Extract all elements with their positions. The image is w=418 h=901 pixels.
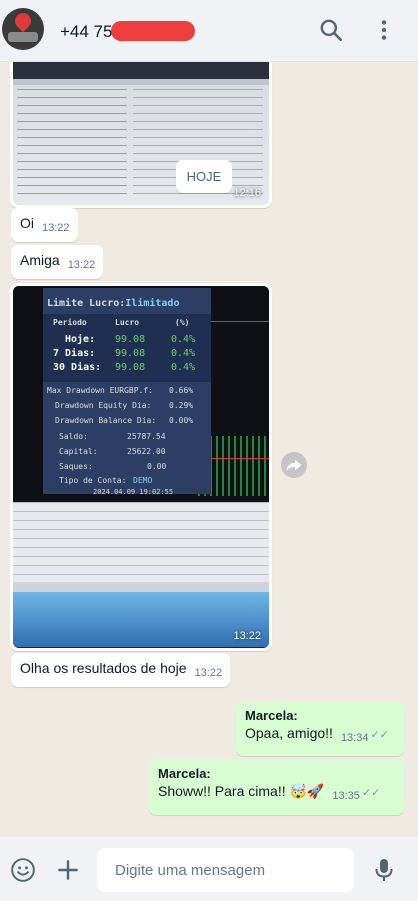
emoji-icon[interactable] <box>10 857 36 883</box>
incoming-message[interactable]: Oi 13:22 <box>11 208 78 242</box>
image-timestamp: 13:22 <box>233 630 261 642</box>
date-divider: HOJE <box>176 160 232 193</box>
contact-number[interactable]: +44 75 <box>60 22 112 42</box>
message-time: 13:22 <box>67 259 96 271</box>
message-text: Opaa, amigo!! <box>245 725 333 741</box>
message-text: Showw!! Para cima!! 🤯🚀 <box>158 783 325 799</box>
message-text: Oi <box>20 215 34 231</box>
plus-icon[interactable] <box>55 857 81 883</box>
message-time: 13:35 <box>332 790 360 802</box>
message-input[interactable] <box>97 848 354 892</box>
chat-header: +44 75 <box>0 0 418 62</box>
forward-button[interactable] <box>281 452 307 478</box>
outgoing-message[interactable]: Marcela: Opaa, amigo!! 13:34 ✓✓ <box>236 701 404 756</box>
search-icon[interactable] <box>318 17 344 43</box>
image-message[interactable]: 12:16 <box>10 62 272 208</box>
redaction-mark <box>111 21 195 41</box>
delivered-ticks-icon: ✓✓ <box>361 787 381 799</box>
message-time: 13:22 <box>194 667 223 679</box>
outgoing-message[interactable]: Marcela: Showw!! Para cima!! 🤯🚀 13:35 ✓✓ <box>149 759 404 815</box>
sender-name: Marcela: <box>158 766 211 781</box>
image-timestamp: 12:16 <box>233 187 261 199</box>
avatar[interactable] <box>2 8 44 50</box>
message-text: Olha os resultados de hoje <box>20 660 187 676</box>
forward-icon <box>286 459 302 472</box>
sender-name: Marcela: <box>245 708 298 723</box>
composer-bar <box>0 837 418 901</box>
image-message[interactable]: Limite Lucro:Ilimitado Periodo Lucro (%)… <box>10 283 272 651</box>
incoming-message[interactable]: Olha os resultados de hoje 13:22 <box>11 653 231 687</box>
photo[interactable]: Limite Lucro:Ilimitado Periodo Lucro (%)… <box>13 286 269 648</box>
message-time: 13:34 <box>340 732 369 744</box>
menu-icon[interactable] <box>371 17 397 43</box>
mic-icon[interactable] <box>372 857 396 883</box>
incoming-message[interactable]: Amiga 13:22 <box>11 245 104 279</box>
map-pin-icon <box>11 9 35 33</box>
message-time: 13:22 <box>42 222 70 234</box>
message-text: Amiga <box>20 252 60 268</box>
delivered-ticks-icon: ✓✓ <box>370 729 389 741</box>
trading-panel: Limite Lucro:Ilimitado Periodo Lucro (%)… <box>43 288 211 496</box>
chat-area[interactable]: 12:16 HOJE Oi 13:22 Amiga 13:22 Limite Luc… <box>0 62 418 837</box>
